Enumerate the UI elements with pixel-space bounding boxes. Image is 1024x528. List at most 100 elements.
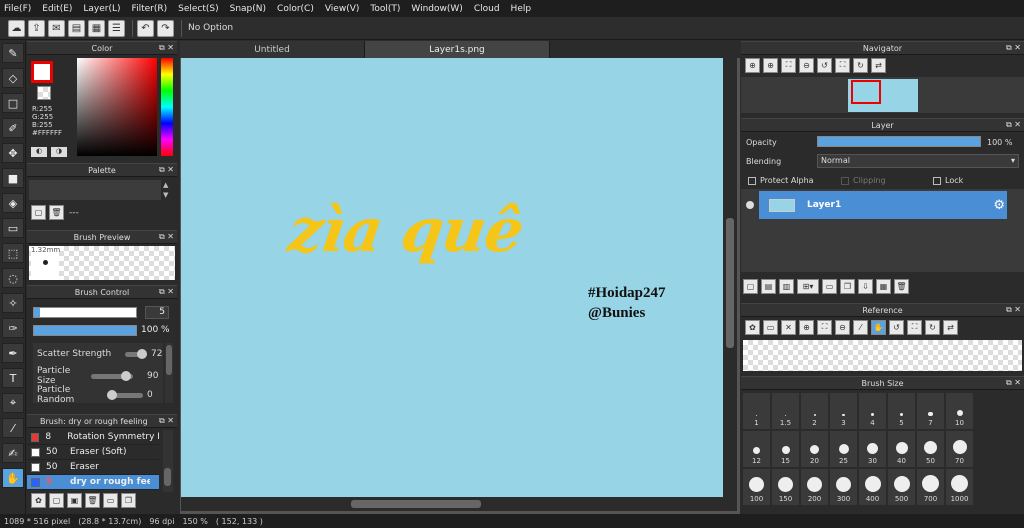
menu-help[interactable]: Help [511, 4, 532, 14]
brush-size-cell[interactable]: 150 [771, 468, 800, 506]
select-eraser-tool-icon[interactable]: ✒ [2, 343, 24, 363]
brush-size-cell[interactable]: 10 [945, 392, 974, 430]
background-color-swatch[interactable] [37, 86, 51, 100]
panel-close-icon[interactable]: ⧉ ✕ [1006, 378, 1021, 388]
fit-icon[interactable]: ⛶ [781, 57, 796, 73]
brush-size-cell[interactable]: 15 [771, 430, 800, 468]
navigator-view-rect[interactable] [851, 80, 881, 104]
brush-size-cell[interactable]: 500 [887, 468, 916, 506]
brush-list-scrollbar[interactable] [163, 430, 173, 492]
brush-size-cell[interactable]: 70 [945, 430, 974, 468]
redo-icon[interactable]: ↷ [157, 19, 174, 37]
brush-list-item-selected[interactable]: 5 dry or rough feeling [27, 475, 159, 490]
text-tool-icon[interactable]: T [2, 368, 24, 388]
brush-new-icon[interactable]: ▢ [49, 493, 64, 508]
brush-size-cell[interactable]: 2 [800, 392, 829, 430]
reference-canvas[interactable] [743, 340, 1022, 371]
reference-close-icon[interactable]: ✕ [781, 319, 796, 335]
menu-color[interactable]: Color(C) [277, 4, 314, 14]
reference-rotate-right-icon[interactable]: ↻ [925, 319, 940, 335]
tab-untitled[interactable]: Untitled [180, 41, 365, 58]
menu-file[interactable]: File(F) [4, 4, 31, 14]
brush-params-scrollbar[interactable] [165, 343, 173, 403]
brush-size-cell[interactable]: 25 [829, 430, 858, 468]
foreground-color-swatch[interactable] [31, 61, 53, 83]
menu-window[interactable]: Window(W) [411, 4, 462, 14]
brush-size-cell[interactable]: 12 [742, 430, 771, 468]
brush-folder-icon[interactable]: ▭ [103, 493, 118, 508]
palette-scroll-icon[interactable]: ▲ ▼ [163, 180, 173, 200]
reference-settings-icon[interactable]: ✿ [745, 319, 760, 335]
gradient-tool-icon[interactable]: ▭ [2, 218, 24, 238]
brush-size-cell[interactable]: 3 [829, 392, 858, 430]
reference-rotate-left-icon[interactable]: ↺ [889, 319, 904, 335]
layer-mask-icon[interactable]: ▦ [876, 278, 891, 294]
list-icon[interactable]: ☰ [108, 19, 125, 37]
panel-close-icon[interactable]: ⧉ ✕ [1006, 305, 1021, 315]
param-slider[interactable] [107, 389, 143, 400]
canvas[interactable]: zìa quê #Hoidap247 @Bunies [181, 58, 723, 497]
menu-edit[interactable]: Edit(E) [42, 4, 72, 14]
panel-close-icon[interactable]: ⧉ ✕ [1006, 120, 1021, 130]
brush-size-cell[interactable]: 200 [800, 468, 829, 506]
add-layer-menu-icon[interactable]: ⊞▾ [797, 278, 819, 294]
divide-tool-icon[interactable]: ⌖ [2, 393, 24, 413]
new-layer-icon[interactable]: ▢ [743, 278, 758, 294]
lasso-tool-icon[interactable]: ✐ [2, 118, 24, 138]
zoom-in-icon[interactable]: ⊕ [745, 57, 760, 73]
brush-tool-icon[interactable]: ✎ [2, 43, 24, 63]
zoom-in-alt-icon[interactable]: ⊕ [763, 57, 778, 73]
brush-size-cell[interactable]: 30 [858, 430, 887, 468]
rotate-left-icon[interactable]: ↺ [817, 57, 832, 73]
protect-alpha-checkbox[interactable]: Protect Alpha [748, 176, 814, 185]
shape-tool-icon[interactable]: ■ [2, 168, 24, 188]
layer-row-layer1[interactable]: Layer1 ⚙ [759, 191, 1007, 219]
delete-palette-icon[interactable]: 🗑 [49, 205, 64, 220]
rect-select-tool-icon[interactable]: □ [2, 93, 24, 113]
hue-slider[interactable] [161, 58, 173, 156]
gear-icon[interactable]: ⚙ [993, 198, 1005, 213]
document-icon[interactable]: ▤ [68, 19, 85, 37]
select-pen-tool-icon[interactable]: ✑ [2, 318, 24, 338]
brush-size-cell[interactable]: 100 [742, 468, 771, 506]
brush-size-cell[interactable]: 5 [887, 392, 916, 430]
panel-close-icon[interactable]: ⧉ ✕ [159, 165, 174, 175]
panel-close-icon[interactable]: ⧉ ✕ [159, 43, 174, 53]
new-text-layer-icon[interactable]: ▥ [779, 278, 794, 294]
merge-layer-icon[interactable]: ⇩ [858, 278, 873, 294]
panel-close-icon[interactable]: ⧉ ✕ [1006, 43, 1021, 53]
eraser-tool-icon[interactable]: ◇ [2, 68, 24, 88]
panel-close-icon[interactable]: ⧉ ✕ [159, 287, 174, 297]
layer-visibility-icon[interactable] [746, 201, 754, 209]
brush-list-item[interactable]: 50 Eraser (Soft) [27, 445, 159, 460]
vertical-scroll-thumb[interactable] [726, 218, 734, 348]
brush-size-cell[interactable]: 1.5 [771, 392, 800, 430]
comment-icon[interactable]: ✉ [48, 19, 65, 37]
grid-icon[interactable]: ▦ [88, 19, 105, 37]
clipping-checkbox[interactable]: Clipping [841, 176, 886, 185]
reference-fit-icon[interactable]: ⛶ [817, 319, 832, 335]
panel-close-icon[interactable]: ⧉ ✕ [159, 416, 174, 426]
flip-icon[interactable]: ⇄ [871, 57, 886, 73]
param-slider[interactable] [91, 370, 133, 381]
reference-open-icon[interactable]: ▭ [763, 319, 778, 335]
marquee-tool-icon[interactable]: ⬚ [2, 243, 24, 263]
menu-tool[interactable]: Tool(T) [370, 4, 400, 14]
brush-size-slider[interactable] [33, 307, 137, 318]
brush-size-cell[interactable]: 20 [800, 430, 829, 468]
blending-select[interactable]: Normal ▾ [817, 154, 1019, 168]
reference-hand-icon[interactable]: ✋ [871, 319, 886, 335]
brush-size-cell[interactable]: 50 [916, 430, 945, 468]
menu-select[interactable]: Select(S) [178, 4, 219, 14]
menu-snap[interactable]: Snap(N) [230, 4, 266, 14]
dropper-tool-icon[interactable]: ⁄ [2, 418, 24, 438]
menu-layer[interactable]: Layer(L) [83, 4, 120, 14]
brush-list-item[interactable]: 50 Eraser [27, 460, 159, 475]
reset-view-icon[interactable]: ⛶ [835, 57, 850, 73]
cloud-icon[interactable]: ☁ [8, 19, 25, 37]
reference-reset-icon[interactable]: ⛶ [907, 319, 922, 335]
ellipse-select-tool-icon[interactable]: ◌ [2, 268, 24, 288]
brush-size-cell[interactable]: 7 [916, 392, 945, 430]
brush-copy-icon[interactable]: ▣ [67, 493, 82, 508]
delete-layer-icon[interactable]: 🗑 [894, 278, 909, 294]
